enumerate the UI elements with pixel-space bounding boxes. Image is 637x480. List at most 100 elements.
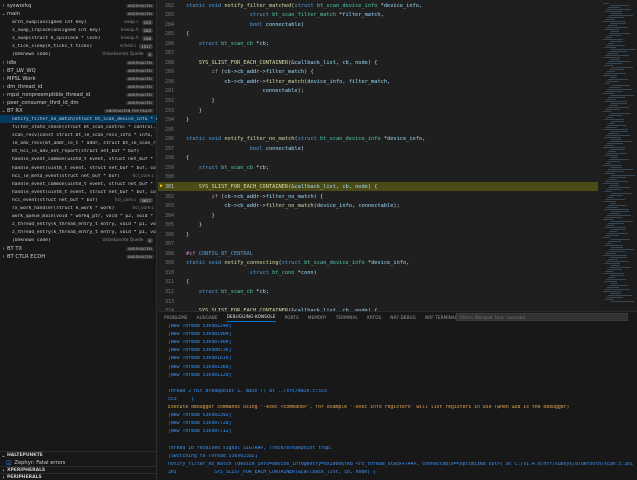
chevron-right-icon[interactable]: › [0,254,7,260]
thread-row[interactable]: ⌄ main ANGEHALTEN [0,10,157,18]
chevron-right-icon[interactable]: › [0,76,7,82]
stack-frame-row[interactable]: le_adv_recv(bt_addr_le_t * addr, struct … [0,140,157,148]
stack-frame-row[interactable]: handle_event(uint8_t event, struct net_b… [0,188,157,196]
panel-tab[interactable]: MEMORY [308,312,327,322]
thread-row[interactable]: › BT TX ANGEHALTEN [0,245,157,253]
code-line[interactable]: 308 #if CONFIG_BT_CENTRAL [158,249,598,258]
stack-frame-row[interactable]: handle_event(uint8_t event, struct net_b… [0,164,157,172]
panel-tab[interactable]: NRF TERMINAL [425,312,457,322]
stack-frame-row[interactable]: scan_recv(const struct bt_le_scan_recv_i… [0,132,157,140]
code-line[interactable]: 309 static void notify_connecting(struct … [158,259,598,268]
stack-frame-row[interactable]: rx_work_handler(struct k_work * work) hci… [0,205,157,213]
thread-row[interactable]: › MPSL Work ANGEHALTEN [0,75,157,83]
peripherals-section-header[interactable]: › PERIPHERALS [0,473,157,480]
chevron-right-icon[interactable]: › [0,92,7,98]
panel-tab[interactable]: DEBUGGING-KONSOLE [226,312,276,322]
code-line[interactable]: 310 struct bt_conn *conn) [158,268,598,277]
panel-tab[interactable]: TERMINAL [336,312,358,322]
minimap-line [607,71,615,72]
code-line[interactable]: ▶ 301 SYS_SLIST_FOR_EACH_CONTAINER(&callb… [158,182,598,192]
code-line[interactable]: 300 [158,173,598,182]
code-line[interactable]: 288 SYS_SLIST_FOR_EACH_CONTAINER(&callba… [158,58,598,67]
chevron-right-icon[interactable]: › [0,100,7,106]
code-line[interactable]: 295 [158,125,598,134]
stack-frame-row[interactable]: z_thread_entry(k_thread_entry_t entry, v… [0,221,157,229]
stack-frame-row[interactable]: [Unknown code] Unbekannte Quelle 0 [0,237,157,245]
code-line[interactable]: 289 if (cb->cb_addr->filter_match) { [158,68,598,77]
minimap-line [606,171,624,172]
code-line[interactable]: 293 } [158,106,598,115]
chevron-right-icon[interactable]: › [0,60,7,66]
chevron-right-icon[interactable]: › [0,3,7,9]
code-line[interactable]: 298 { [158,154,598,163]
stack-frame-row[interactable]: handle_event_common(uint8_t event, struc… [0,180,157,188]
code-line[interactable]: 282 static void notify_filter_matched(str… [158,1,598,10]
minimap-line [606,261,629,262]
minimap-line [603,93,614,94]
stack-frame-row[interactable]: handle_event_common(uint8_t event, struc… [0,156,157,164]
chevron-right-icon[interactable]: › [0,68,7,74]
console-filter-input[interactable] [456,313,628,321]
code-line[interactable]: 302 if (cb->cb_addr->filter_no_match) { [158,192,598,201]
code-line[interactable]: 294} [158,116,598,125]
stack-frame-row[interactable]: bt_hci_le_adv_ext_report(struct net_buf … [0,148,157,156]
code-line[interactable]: 307 [158,240,598,249]
stack-frame-row[interactable]: arch_swap(unsigned int key) swap.c 153 [0,18,157,26]
code-line[interactable]: 292 } [158,97,598,106]
thread-row[interactable]: ⌄ BT RX ANGEHALTEN FÜR PAUSE [0,107,157,115]
chevron-down-icon[interactable]: ⌄ [0,453,7,459]
stack-frame-row[interactable]: filter_state_check(struct bt_scan_contro… [0,124,157,132]
minimap[interactable] [601,0,637,311]
code-line[interactable]: 291 connectable); [158,87,598,96]
code-line[interactable]: 313 [158,297,598,306]
code-line[interactable]: 305 } [158,221,598,230]
code-line[interactable]: 296 static void notify_filter_no_match(st… [158,135,598,144]
stack-frame-row[interactable]: [Unknown code] Unbekannte Quelle 0 [0,51,157,59]
stack-frame-row[interactable]: notify_filter_no_match(struct bt_scan_de… [0,115,157,124]
thread-row[interactable]: › mpsl_nonpreemptible_thread_id ANGEHALTEN [0,91,157,99]
code-line[interactable]: 283 struct bt_scan_filter_match *filter_… [158,11,598,20]
thread-row[interactable]: › sysworkq ANGEHALTEN [0,2,157,10]
stack-frame-row[interactable]: z_thread_entry(k_thread_entry_t entry, v… [0,229,157,237]
panel-tab[interactable]: PORTS [285,312,299,322]
thread-row[interactable]: › BT CTLR ECDH ANGEHALTEN [0,253,157,261]
code-line[interactable]: 304 } [158,211,598,220]
chevron-right-icon[interactable]: › [0,84,7,90]
panel-tab[interactable]: PROBLEME [164,312,188,322]
minimap-line [605,55,629,56]
line-number: 285 [164,31,174,38]
stack-frame-row[interactable]: hci_event(struct net_buf * buf) hci_core.… [0,196,157,204]
breakpoints-section-header[interactable]: ⌄ HALTEPUNKTE [0,451,157,459]
stack-frame-row[interactable]: z_swap(struct k_spinlock * lock) kswap.h 1… [0,34,157,42]
chevron-right-icon[interactable]: › [0,246,7,252]
stack-frame-row[interactable]: z_tick_sleep(k_ticks_t ticks) sched.c 1517 [0,43,157,51]
chevron-down-icon[interactable]: ⌄ [0,108,7,114]
minimap-line [610,59,620,60]
stack-frame-row[interactable]: z_swap_irqlock(unsigned int key) kswap.h 1… [0,26,157,34]
code-line[interactable]: 311 { [158,278,598,287]
panel-tab[interactable]: NRF DEBUG [390,312,416,322]
code-line[interactable]: 285 { [158,30,598,39]
code-line[interactable]: 312 struct bt_scan_cb *cb; [158,288,598,297]
code-line[interactable]: 290 cb->cb_addr->filter_match(device_inf… [158,77,598,86]
thread-row[interactable]: › idle ANGEHALTEN [0,59,157,67]
thread-row[interactable]: › dm_thread_id ANGEHALTEN [0,83,157,91]
code-line[interactable]: 297 bool connectable) [158,144,598,153]
code-line[interactable]: 306} [158,230,598,239]
stack-frame-row[interactable]: work_queue_main(void * workq_ptr, void *… [0,213,157,221]
thread-row[interactable]: › BT_LW_WQ ANGEHALTEN [0,67,157,75]
code-editor[interactable]: 282 static void notify_filter_matched(str… [158,0,637,311]
code-line[interactable]: 303 cb->cb_addr->filter_no_match(device_… [158,202,598,211]
minimap-line [609,213,620,214]
chevron-down-icon[interactable]: ⌄ [0,11,7,17]
stack-frame-row[interactable]: hci_le_meta_event(struct net_buf * buf) h… [0,172,157,180]
code-line[interactable]: 299 struct bt_scan_cb *cb; [158,163,598,172]
panel-tab[interactable]: XRTOS [367,312,382,322]
panel-tab[interactable]: AUSGABE [197,312,218,322]
code-line[interactable]: 284 bool connectable) [158,20,598,29]
code-line[interactable]: 286 struct bt_scan_cb *cb; [158,39,598,48]
frame-function: work_queue_main(void * workq_ptr, void *… [12,214,154,220]
thread-row[interactable]: › peer_consumer_thrd_id_dm ANGEHALTEN [0,99,157,107]
chevron-right-icon[interactable]: › [0,475,7,480]
code-line[interactable]: 287 [158,49,598,58]
